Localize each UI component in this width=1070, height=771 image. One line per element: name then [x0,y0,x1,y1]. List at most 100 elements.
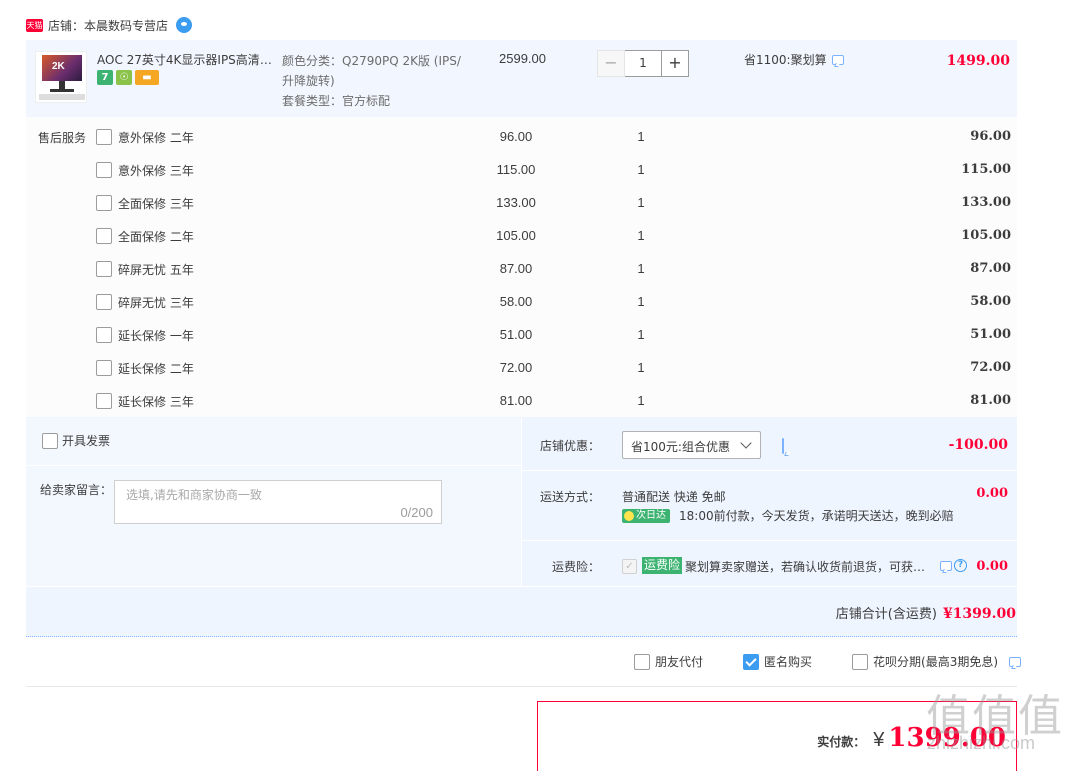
quantity-minus-button[interactable]: − [597,50,625,77]
huabei-installment-checkbox[interactable] [852,653,869,670]
coupon-label: 店铺优惠： [539,439,600,453]
service-qty: 1 [637,360,645,375]
coupon-amount: -100.00 [948,437,1008,453]
service-total: 133.00 [961,195,1011,210]
service-qty: 1 [637,129,645,144]
invoice-checkbox[interactable] [42,432,58,449]
credit-card-icon[interactable]: ▬ [135,70,159,85]
quantity-plus-button[interactable]: + [661,50,689,77]
tmall-icon: 天猫 [26,18,43,32]
product-title-link[interactable]: AOC 27英寸4K显示器IPS高清显示屏 [97,51,277,68]
coupon-info-icon[interactable] [782,438,784,454]
anonymous-purchase-checkbox[interactable] [743,653,760,670]
sku-color: 颜色分类：Q2790PQ 2K版 (IPS/升降旋转) [282,54,461,88]
after-sales-label: 售后服务 [38,131,87,145]
service-row: 碎屏无忧 五年 87.00 1 87.00 [96,259,1016,279]
service-qty: 1 [637,393,645,408]
next-day-badge: 次日达 [622,509,670,523]
service-checkbox[interactable] [96,261,112,277]
lightning-icon [624,511,634,521]
currency-symbol: ¥ [873,729,885,751]
service-qty: 1 [637,294,645,309]
service-total: 115.00 [961,162,1011,177]
service-checkbox[interactable] [96,162,112,178]
promotion-info: 省1100:聚划算 [744,51,844,68]
service-price: 51.00 [499,327,533,342]
insurance-label: 运费险： [551,560,600,574]
service-row: 延长保修 一年 51.00 1 51.00 [96,325,1016,345]
service-name: 延长保修 三年 [118,395,194,409]
service-name: 碎屏无忧 三年 [118,296,194,310]
service-price: 81.00 [499,393,533,408]
message-label: 给卖家留言： [40,483,113,497]
shop-name-link[interactable]: 店铺：本晨数码专营店 [48,17,168,34]
service-checkbox[interactable] [96,393,112,409]
service-name: 碎屏无忧 五年 [118,263,194,277]
product-thumbnail[interactable]: 2K [35,51,87,103]
shipping-label: 运送方式： [539,490,600,504]
service-row: 碎屏无忧 三年 58.00 1 58.00 [96,292,1016,312]
service-total: 81.00 [970,393,1011,408]
service-checkbox[interactable] [96,327,112,343]
service-name: 延长保修 一年 [118,329,194,343]
service-price: 133.00 [496,195,536,210]
service-price: 58.00 [499,294,533,309]
service-row: 全面保修 二年 105.00 1 105.00 [96,226,1016,246]
service-qty: 1 [637,228,645,243]
insurance-tag: 运费险 [642,557,683,574]
payment-options: 朋友代付 匿名购买 花呗分期(最高3期免息) [634,653,1022,670]
service-row: 延长保修 三年 81.00 1 81.00 [96,391,1016,411]
service-name: 意外保修 二年 [118,131,194,145]
service-price: 87.00 [499,261,533,276]
promotion-label: 省1100:聚划算 [744,53,827,67]
service-row: 延长保修 二年 72.00 1 72.00 [96,358,1016,378]
service-qty: 1 [637,195,645,210]
shipping-method: 普通配送 快递 免邮 [622,490,726,504]
anonymous-purchase-option[interactable]: 匿名购买 [743,653,812,670]
unit-price: 2599.00 [499,51,546,66]
quantity-stepper: − 1 + [597,50,689,77]
service-checkbox[interactable] [96,195,112,211]
chevron-down-icon [740,437,752,449]
service-total: 96.00 [970,129,1011,144]
service-name: 延长保修 二年 [118,362,194,376]
wangwang-chat-icon[interactable] [176,17,193,33]
service-total: 58.00 [970,294,1011,309]
seven-day-return-icon[interactable]: 7 [97,70,113,85]
monitor-screen-image: 2K [42,55,82,81]
service-total: 87.00 [970,261,1011,276]
service-badges: 7 ☉ ▬ [97,70,159,85]
huabei-installment-option[interactable]: 花呗分期(最高3期免息) [852,653,998,670]
service-checkbox[interactable] [96,129,112,145]
huabei-info-icon[interactable] [1009,656,1022,667]
service-price: 115.00 [496,162,536,177]
shipping-amount: 0.00 [976,486,1008,501]
service-total: 105.00 [961,228,1011,243]
shop-total-amount: ¥1399.00 [942,606,1016,622]
quantity-input[interactable]: 1 [625,50,661,77]
seller-message-input[interactable]: 选填,请先和商家协商一致 0/200 [114,480,442,524]
service-total: 72.00 [970,360,1011,375]
service-checkbox[interactable] [96,360,112,376]
sku-info: 颜色分类：Q2790PQ 2K版 (IPS/升降旋转) 套餐类型：官方标配 [282,51,462,111]
promotion-detail-icon[interactable] [831,54,844,65]
service-row: 意外保修 三年 115.00 1 115.00 [96,160,1016,180]
service-qty: 1 [637,162,645,177]
shop-total-label: 店铺合计(含运费) [835,607,937,622]
friend-pay-checkbox[interactable] [634,653,650,670]
message-placeholder: 选填,请先和商家协商一致 [126,488,262,502]
friend-pay-option[interactable]: 朋友代付 [634,653,703,670]
service-checkbox[interactable] [96,228,112,244]
sku-package: 套餐类型：官方标配 [282,94,391,108]
service-checkbox[interactable] [96,294,112,310]
shop-header: 天猫 店铺：本晨数码专营店 [26,14,193,36]
service-name: 全面保修 三年 [118,197,194,211]
guarantee-shield-icon[interactable]: ☉ [116,70,132,85]
coupon-select[interactable]: 省100元:组合优惠 [622,431,761,459]
watermark-site: zhizhizhi.com [927,733,1036,753]
service-qty: 1 [637,261,645,276]
friend-pay-label: 朋友代付 [655,655,704,669]
service-name: 全面保修 二年 [118,230,194,244]
service-price: 105.00 [496,228,536,243]
invoice-option[interactable]: 开具发票 [42,432,110,449]
